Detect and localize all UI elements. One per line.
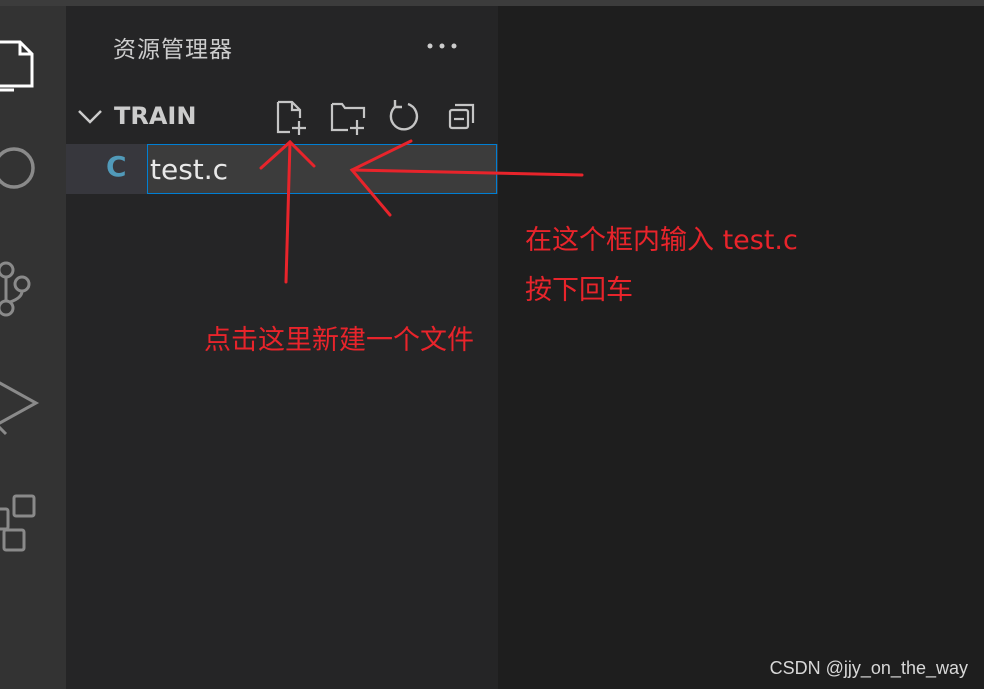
activity-bar-icons <box>0 40 40 552</box>
chevron-down-icon[interactable] <box>76 102 104 130</box>
c-language-icon: C <box>106 150 127 183</box>
new-file-hint: 点击这里新建一个文件 <box>204 325 474 356</box>
workspace-folder-title: TRAIN <box>114 102 197 130</box>
sidebar-title: 资源管理器 <box>113 37 233 63</box>
workspace-section-header[interactable]: TRAIN <box>66 94 498 140</box>
filename-input[interactable] <box>147 144 497 194</box>
file-tree-item[interactable]: C <box>66 144 498 194</box>
input-hint-line2: 按下回车 <box>525 275 633 306</box>
input-hint-line1: 在这个框内输入 test.c <box>525 225 798 256</box>
collapse-all-icon[interactable] <box>444 98 482 136</box>
watermark: CSDN @jjy_on_the_way <box>769 658 968 678</box>
activity-bar <box>0 6 66 689</box>
new-folder-icon[interactable] <box>330 98 368 136</box>
run-debug-icon[interactable] <box>0 381 40 436</box>
more-actions-icon[interactable] <box>424 34 460 58</box>
editor-area <box>498 6 984 689</box>
refresh-icon[interactable] <box>386 98 424 136</box>
search-icon[interactable] <box>0 147 35 189</box>
source-control-icon[interactable] <box>0 261 31 317</box>
new-file-icon[interactable] <box>274 98 312 136</box>
extensions-icon[interactable] <box>0 494 36 552</box>
explorer-icon[interactable] <box>0 40 34 92</box>
